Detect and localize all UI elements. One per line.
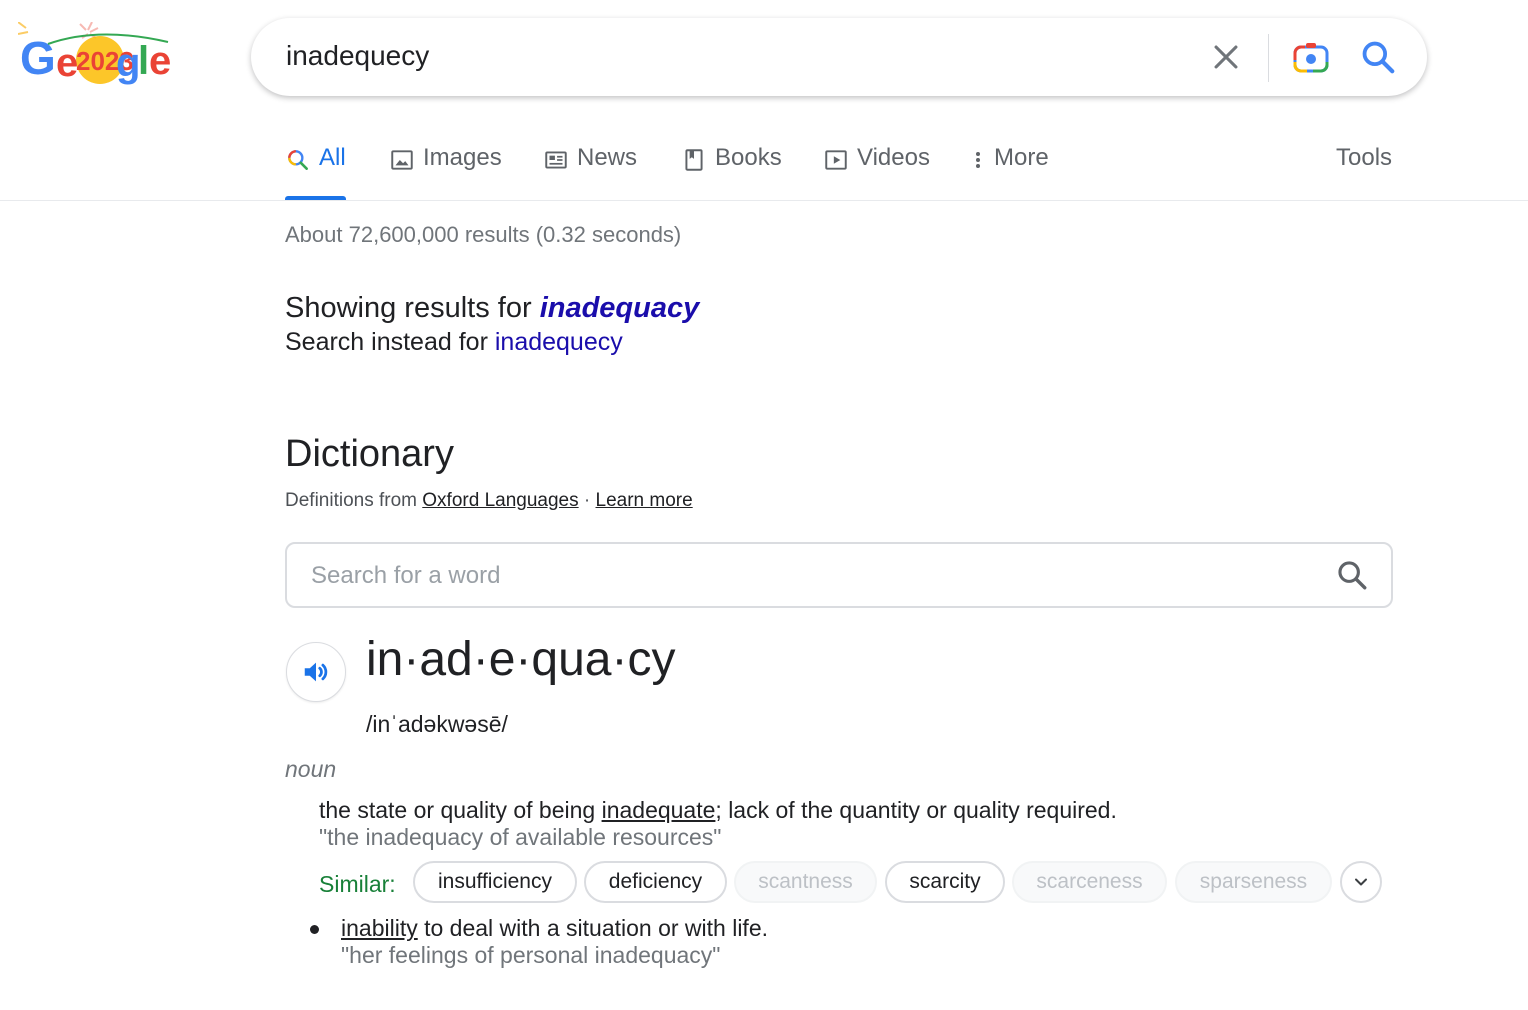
original-query-link[interactable]: inadequecy	[495, 328, 623, 356]
tab-all[interactable]: All	[285, 144, 346, 200]
book-icon	[685, 149, 703, 171]
search-divider	[1268, 34, 1269, 82]
expand-similar-button[interactable]	[1340, 861, 1382, 903]
news-icon	[545, 151, 567, 169]
search-box[interactable]: inadequecy	[251, 18, 1427, 96]
search-icon[interactable]	[1335, 558, 1369, 592]
pronunciation-audio-button[interactable]	[286, 642, 346, 702]
phonetic: /inˈadəkwəsē/	[366, 711, 508, 737]
word-search-placeholder: Search for a word	[311, 562, 501, 589]
tab-images[interactable]: Images	[389, 144, 502, 200]
definition-link-inadequate[interactable]: inadequate	[602, 797, 716, 823]
definition-1: the state or quality of being inadequate…	[319, 797, 1117, 824]
search-icon	[288, 150, 308, 170]
result-stats: About 72,600,000 results (0.32 seconds)	[285, 222, 682, 247]
definition-text: to deal with a situation or with life.	[417, 915, 769, 941]
source-prefix: Definitions from	[285, 490, 417, 511]
svg-text:e: e	[56, 41, 78, 85]
showing-prefix: Showing results for	[285, 292, 532, 324]
example-1: "the inadequacy of available resources"	[319, 824, 722, 850]
tab-videos[interactable]: Videos	[823, 144, 930, 200]
similar-label: Similar:	[319, 871, 396, 897]
similar-chip[interactable]: deficiency	[584, 861, 727, 903]
dictionary-source: Definitions from Oxford Languages · Lear…	[285, 490, 693, 512]
tab-label: Books	[715, 144, 782, 171]
definition-link-inability[interactable]: inability	[341, 915, 418, 941]
search-query-text[interactable]: inadequecy	[286, 40, 429, 72]
tab-label: Videos	[857, 144, 930, 171]
definition-text: the state or quality of being	[319, 797, 602, 823]
word-search-input[interactable]: Search for a word	[285, 542, 1393, 608]
search-instead-for: Search instead for inadequecy	[285, 328, 623, 357]
google-doodle-logo[interactable]: G 2023 e g l e	[18, 22, 176, 92]
dictionary-title: Dictionary	[285, 433, 454, 475]
tab-label: More	[994, 144, 1049, 171]
camera-lens-icon[interactable]	[1291, 38, 1331, 78]
similar-chip[interactable]: scarceness	[1012, 861, 1167, 903]
example-2: "her feelings of personal inadequacy"	[341, 942, 721, 968]
definition-text: ; lack of the quantity or quality requir…	[715, 797, 1117, 823]
search-tabs: All Images News Books Videos More Tools	[0, 130, 1528, 201]
tab-label: All	[319, 144, 346, 171]
tab-more[interactable]: More	[970, 144, 1049, 200]
speaker-icon	[304, 662, 328, 682]
part-of-speech: noun	[285, 756, 337, 782]
svg-text:g: g	[116, 41, 140, 85]
chevron-down-icon	[1355, 878, 1367, 886]
tab-books[interactable]: Books	[681, 144, 782, 200]
showing-results-for: Showing results for inadequacy	[285, 292, 699, 325]
svg-text:G: G	[20, 32, 56, 84]
definition-2: inability to deal with a situation or wi…	[341, 915, 768, 942]
video-icon	[825, 150, 847, 170]
tools-button[interactable]: Tools	[1336, 144, 1392, 172]
source-separator: ·	[583, 490, 591, 511]
tab-news[interactable]: News	[543, 144, 637, 200]
headword: in·ad·e·qua·cy	[366, 633, 676, 686]
instead-prefix: Search instead for	[285, 328, 488, 356]
tab-label: News	[577, 144, 638, 171]
clear-icon[interactable]	[1209, 40, 1243, 74]
similar-chip[interactable]: scarcity	[885, 861, 1005, 903]
more-vert-icon	[976, 152, 980, 168]
image-icon	[391, 150, 413, 170]
search-icon[interactable]	[1359, 38, 1397, 76]
oxford-languages-link[interactable]: Oxford Languages	[422, 490, 578, 511]
learn-more-link[interactable]: Learn more	[596, 490, 693, 511]
similar-chip[interactable]: scantness	[734, 861, 877, 903]
tab-label: Images	[423, 144, 502, 171]
svg-text:l: l	[138, 39, 149, 83]
similar-chip[interactable]: sparseness	[1175, 861, 1332, 903]
corrected-query-link[interactable]: inadequacy	[540, 292, 700, 324]
bullet-point	[310, 925, 319, 934]
similar-chip[interactable]: insufficiency	[413, 861, 577, 903]
svg-text:e: e	[149, 39, 171, 83]
